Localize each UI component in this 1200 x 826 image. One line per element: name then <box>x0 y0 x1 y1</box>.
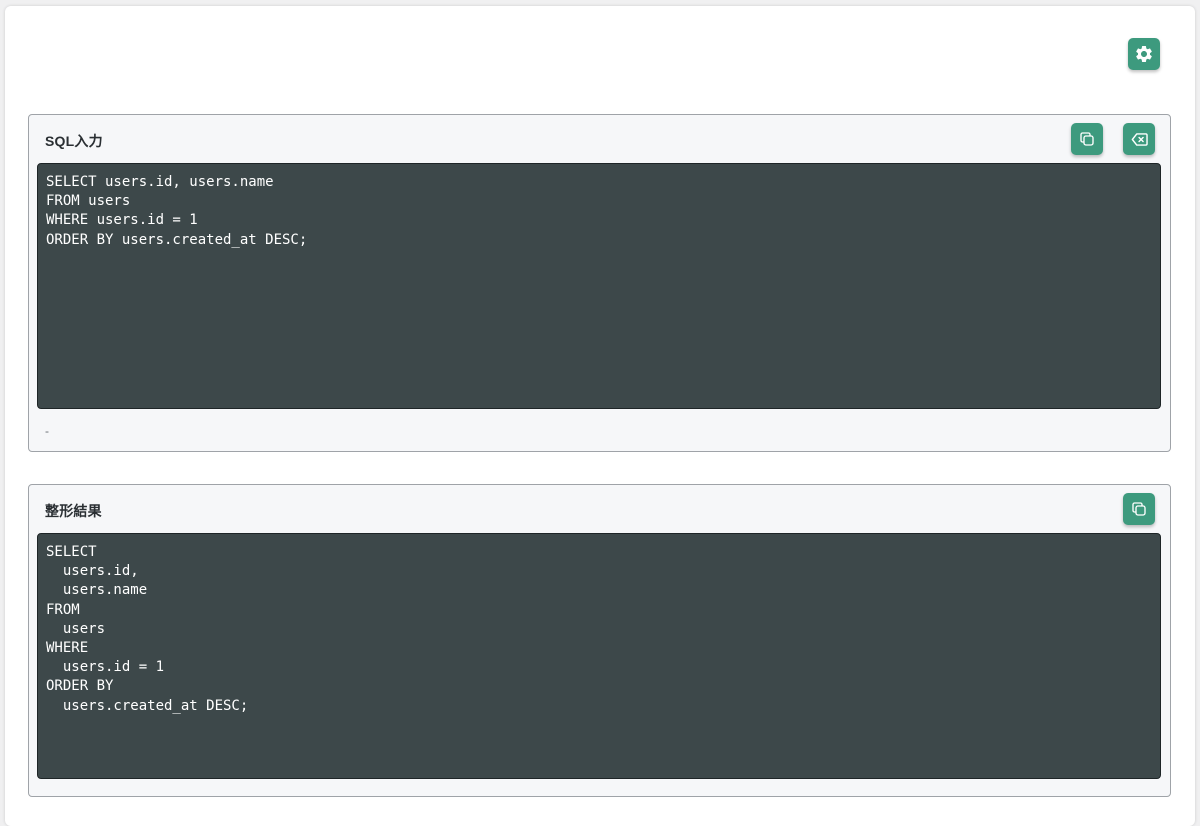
app-page: SQL入力 SELECT users.id, users.name FROM u… <box>5 6 1195 826</box>
copy-icon <box>1132 502 1146 516</box>
formatted-result-panel: 整形結果 SELECT users.id, users.name FROM us… <box>28 484 1171 797</box>
sql-input-panel: SQL入力 SELECT users.id, users.name FROM u… <box>28 114 1171 452</box>
backspace-icon <box>1131 132 1148 146</box>
sql-input-editor[interactable]: SELECT users.id, users.name FROM users W… <box>37 163 1161 409</box>
settings-button[interactable] <box>1128 38 1160 70</box>
copy-icon <box>1080 132 1094 146</box>
formatted-result-title: 整形結果 <box>45 503 102 519</box>
gear-icon <box>1136 45 1152 62</box>
copy-result-button[interactable] <box>1123 493 1155 525</box>
copy-input-button[interactable] <box>1071 123 1103 155</box>
sql-input-title: SQL入力 <box>45 133 103 149</box>
input-status-text: - <box>45 424 49 438</box>
formatted-sql-output: SELECT users.id, users.name FROM users W… <box>37 533 1161 779</box>
clear-input-button[interactable] <box>1123 123 1155 155</box>
